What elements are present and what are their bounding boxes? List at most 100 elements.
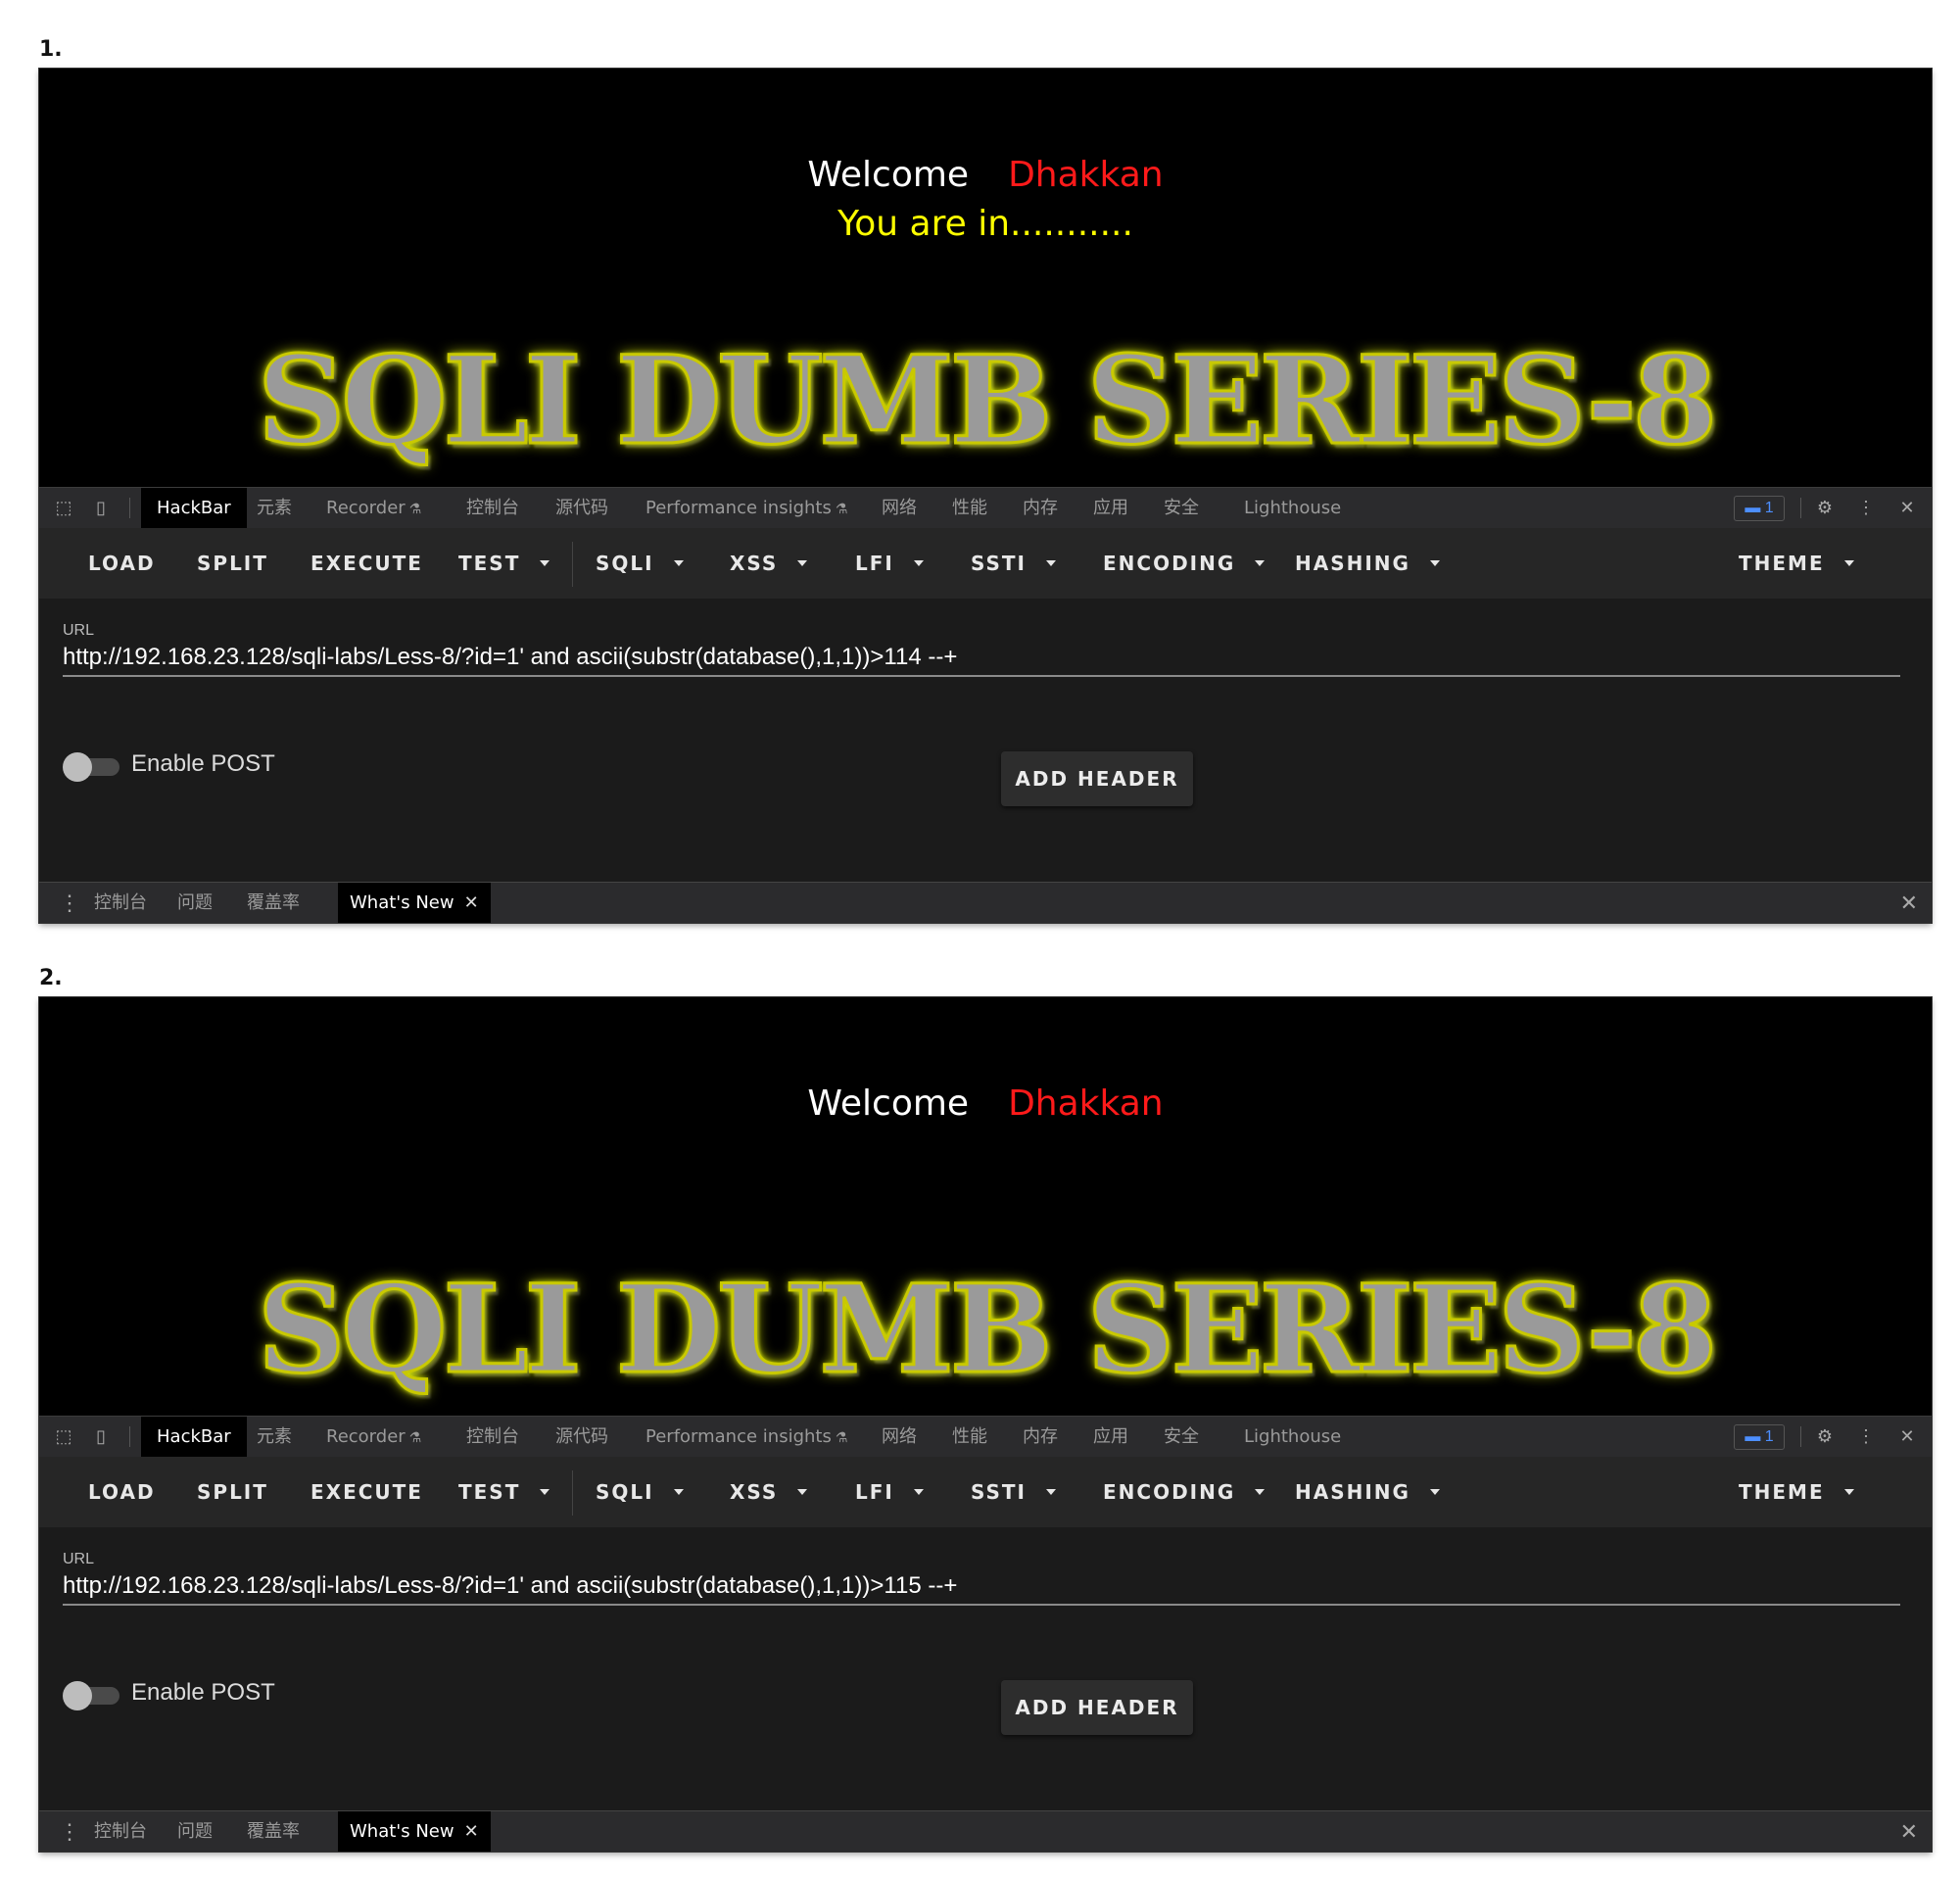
- flask-icon: ⚗: [835, 1430, 848, 1446]
- hashing-dropdown[interactable]: HASHING: [1295, 1457, 1440, 1527]
- tab-sources[interactable]: 源代码: [555, 488, 608, 528]
- test-dropdown[interactable]: TEST: [458, 528, 550, 599]
- execute-button[interactable]: EXECUTE: [311, 528, 423, 599]
- inspect-icon[interactable]: ⬚: [53, 1425, 74, 1447]
- close-icon[interactable]: ✕: [464, 1821, 479, 1842]
- drawer-tab-coverage[interactable]: 覆盖率: [247, 883, 300, 923]
- enable-post-label: Enable POST: [131, 1679, 275, 1706]
- tab-console[interactable]: 控制台: [466, 488, 519, 528]
- more-vertical-icon[interactable]: ⋮: [1855, 497, 1877, 518]
- sqli-dropdown[interactable]: SQLI: [596, 528, 684, 599]
- tab-hackbar[interactable]: HackBar: [141, 488, 247, 528]
- close-icon[interactable]: ✕: [1896, 1425, 1918, 1447]
- add-header-button[interactable]: ADD HEADER: [1001, 751, 1193, 806]
- tab-lighthouse[interactable]: Lighthouse: [1244, 1417, 1341, 1457]
- ssti-dropdown[interactable]: SSTI: [971, 528, 1056, 599]
- url-input[interactable]: [63, 640, 1900, 677]
- tab-security[interactable]: 安全: [1164, 1417, 1199, 1457]
- tab-memory[interactable]: 内存: [1023, 488, 1058, 528]
- more-vertical-icon[interactable]: ⋮: [59, 1811, 80, 1852]
- hashing-label: HASHING: [1295, 552, 1410, 575]
- tab-performance[interactable]: 性能: [952, 488, 987, 528]
- load-button[interactable]: LOAD: [88, 1457, 156, 1527]
- tab-lighthouse[interactable]: Lighthouse: [1244, 488, 1341, 528]
- gear-icon[interactable]: ⚙: [1814, 497, 1836, 518]
- close-icon[interactable]: ✕: [464, 892, 479, 913]
- device-toolbar-icon[interactable]: ▯: [90, 497, 112, 518]
- tab-performance-insights-label: Performance insights: [645, 498, 832, 518]
- split-button[interactable]: SPLIT: [197, 528, 268, 599]
- caret-down-icon: [673, 1488, 684, 1495]
- issues-count: 1: [1764, 500, 1774, 516]
- inspect-icon[interactable]: ⬚: [53, 497, 74, 518]
- tab-elements[interactable]: 元素: [257, 1417, 292, 1457]
- tab-memory[interactable]: 内存: [1023, 1417, 1058, 1457]
- add-header-button[interactable]: ADD HEADER: [1001, 1680, 1193, 1735]
- sqli-dropdown[interactable]: SQLI: [596, 1457, 684, 1527]
- url-input[interactable]: [63, 1568, 1900, 1606]
- tab-recorder-label: Recorder: [326, 1426, 406, 1447]
- split-button[interactable]: SPLIT: [197, 1457, 268, 1527]
- drawer-tab-coverage[interactable]: 覆盖率: [247, 1811, 300, 1852]
- tab-application[interactable]: 应用: [1093, 488, 1128, 528]
- caret-down-icon: [1429, 559, 1440, 566]
- tab-security[interactable]: 安全: [1164, 488, 1199, 528]
- gear-icon[interactable]: ⚙: [1814, 1425, 1836, 1447]
- welcome-text: Welcome: [807, 155, 970, 195]
- enable-post-toggle[interactable]: [63, 1681, 120, 1710]
- test-label: TEST: [458, 1480, 521, 1504]
- lfi-dropdown[interactable]: LFI: [855, 1457, 924, 1527]
- hackbar-toolbar: LOAD SPLIT EXECUTE TEST SQLI XSS LFI SST…: [39, 1457, 1932, 1527]
- encoding-dropdown[interactable]: ENCODING: [1103, 1457, 1266, 1527]
- caret-down-icon: [1255, 559, 1266, 566]
- encoding-dropdown[interactable]: ENCODING: [1103, 528, 1266, 599]
- tab-performance[interactable]: 性能: [952, 1417, 987, 1457]
- drawer-tab-whats-new[interactable]: What's New ✕: [338, 883, 491, 923]
- issues-badge[interactable]: ▬ 1: [1734, 496, 1785, 521]
- theme-dropdown[interactable]: THEME: [1739, 528, 1854, 599]
- drawer-tab-issues[interactable]: 问题: [177, 883, 213, 923]
- toolbar-divider: [572, 1470, 573, 1516]
- theme-dropdown[interactable]: THEME: [1739, 1457, 1854, 1527]
- load-button[interactable]: LOAD: [88, 528, 156, 599]
- url-label: URL: [63, 1551, 95, 1567]
- close-icon[interactable]: ✕: [1900, 1811, 1918, 1852]
- panel-number: 2.: [39, 966, 63, 990]
- drawer-tab-whats-new[interactable]: What's New ✕: [338, 1811, 491, 1852]
- tab-sources[interactable]: 源代码: [555, 1417, 608, 1457]
- close-icon[interactable]: ✕: [1896, 497, 1918, 518]
- test-label: TEST: [458, 552, 521, 575]
- device-toolbar-icon[interactable]: ▯: [90, 1425, 112, 1447]
- drawer-tab-console[interactable]: 控制台: [94, 883, 147, 923]
- tab-recorder[interactable]: Recorder ⚗: [326, 1417, 421, 1457]
- tab-network[interactable]: 网络: [882, 1417, 917, 1457]
- execute-button[interactable]: EXECUTE: [311, 1457, 423, 1527]
- close-icon[interactable]: ✕: [1900, 883, 1918, 923]
- tab-console[interactable]: 控制台: [466, 1417, 519, 1457]
- tab-elements[interactable]: 元素: [257, 488, 292, 528]
- lfi-dropdown[interactable]: LFI: [855, 528, 924, 599]
- caret-down-icon: [1046, 559, 1056, 566]
- enable-post-toggle[interactable]: [63, 752, 120, 782]
- tab-recorder[interactable]: Recorder ⚗: [326, 488, 421, 528]
- more-vertical-icon[interactable]: ⋮: [59, 883, 80, 923]
- tab-performance-insights[interactable]: Performance insights ⚗: [645, 1417, 847, 1457]
- hackbar-toolbar: LOAD SPLIT EXECUTE TEST SQLI XSS LFI SST…: [39, 528, 1932, 599]
- tab-divider: [1800, 1426, 1801, 1447]
- more-vertical-icon[interactable]: ⋮: [1855, 1425, 1877, 1447]
- tab-performance-insights[interactable]: Performance insights ⚗: [645, 488, 847, 528]
- flask-icon: ⚗: [835, 502, 848, 517]
- issues-badge[interactable]: ▬ 1: [1734, 1424, 1785, 1450]
- xss-dropdown[interactable]: XSS: [730, 528, 808, 599]
- message-icon: ▬: [1745, 1428, 1765, 1445]
- drawer-tab-console[interactable]: 控制台: [94, 1811, 147, 1852]
- xss-dropdown[interactable]: XSS: [730, 1457, 808, 1527]
- hashing-dropdown[interactable]: HASHING: [1295, 528, 1440, 599]
- test-dropdown[interactable]: TEST: [458, 1457, 550, 1527]
- tab-network[interactable]: 网络: [882, 488, 917, 528]
- ssti-dropdown[interactable]: SSTI: [971, 1457, 1056, 1527]
- drawer-tab-issues[interactable]: 问题: [177, 1811, 213, 1852]
- devtools-tabbar: ⬚ ▯ HackBar 元素 Recorder ⚗ 控制台 源代码 Perform…: [39, 487, 1932, 529]
- tab-application[interactable]: 应用: [1093, 1417, 1128, 1457]
- tab-hackbar[interactable]: HackBar: [141, 1417, 247, 1457]
